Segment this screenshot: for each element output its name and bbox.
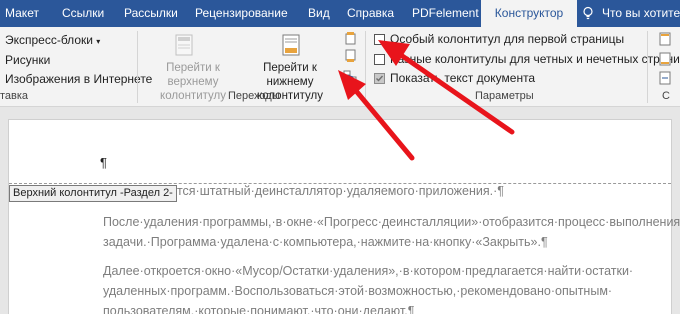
doc-line-5: удаленных·программ.·Воспользоваться·этой… [103, 284, 613, 298]
next-section-icon[interactable] [343, 49, 357, 63]
tab-pdfelement[interactable]: PDFelement [412, 0, 479, 27]
online-pictures-button[interactable]: Изображения в Интернете [5, 72, 152, 86]
tab-view[interactable]: Вид [308, 0, 330, 27]
show-document-text-checkbox[interactable] [374, 73, 385, 84]
doc-line-2: После·удаления·программы,·в·окне·«Прогре… [103, 215, 680, 229]
tab-help[interactable]: Справка [347, 0, 394, 27]
lightbulb-icon [583, 6, 593, 20]
tab-review[interactable]: Рецензирование [195, 0, 288, 27]
ribbon-tab-bar: Макет Ссылки Рассылки Рецензирование Вид… [0, 0, 680, 27]
goto-header-icon [175, 34, 193, 56]
position-group-label: С [662, 90, 670, 102]
header-position-icon[interactable] [658, 32, 672, 46]
goto-header-label-1: Перейти к верхнему [166, 62, 220, 88]
express-blocks-label: Экспресс-блоки [5, 33, 93, 47]
previous-section-icon[interactable] [343, 31, 357, 45]
express-blocks-button[interactable]: Экспресс-блоки ▾ [5, 33, 100, 47]
doc-line-4: Далее·откроется·окно·«Мусор/Остатки·удал… [103, 264, 634, 278]
align-tab-icon[interactable] [658, 71, 672, 85]
odd-even-label: Разные колонтитулы для четных и нечетных… [390, 52, 680, 66]
tell-me-search[interactable]: Что вы хотите сд [602, 0, 680, 27]
doc-line-1: стится·штатный·деинсталлятор·удаляемого·… [158, 184, 505, 198]
goto-header-label-2: колонтитулу [160, 90, 226, 102]
first-page-label: Особый колонтитул для первой страницы [390, 32, 625, 46]
link-to-previous-icon[interactable] [343, 69, 357, 83]
group-separator [647, 31, 648, 103]
footer-position-icon[interactable] [658, 52, 672, 66]
tab-design[interactable]: Конструктор [481, 0, 577, 27]
insert-group-label: тавка [0, 90, 29, 102]
doc-line-3: задачи.·Программа·удалена·с·компьютера,·… [103, 235, 548, 249]
options-group-label: Параметры [475, 90, 534, 102]
tab-layout[interactable]: Макет [5, 0, 39, 27]
checkmark-icon [376, 75, 384, 82]
chevron-down-icon: ▾ [96, 37, 101, 46]
show-document-text-label: Показать текст документа [390, 71, 536, 85]
group-separator [137, 31, 138, 103]
ribbon-panel: Экспресс-блоки ▾ Рисунки Изображения в И… [0, 27, 680, 107]
navigation-group-label: Переходы [228, 90, 280, 102]
goto-footer-icon [282, 34, 300, 56]
pictures-button[interactable]: Рисунки [5, 53, 50, 67]
group-separator [365, 31, 366, 103]
header-paragraph-mark[interactable]: ¶ [100, 155, 107, 170]
goto-footer-label-1: Перейти к нижнему [263, 62, 317, 88]
tab-references[interactable]: Ссылки [62, 0, 104, 27]
doc-line-6: пользователям,·которые·понимают,·что·они… [103, 304, 415, 314]
first-page-checkbox[interactable] [374, 34, 385, 45]
tab-mailings[interactable]: Рассылки [124, 0, 178, 27]
odd-even-checkbox[interactable] [374, 54, 385, 65]
goto-header-button: Перейти к верхнему колонтитулу [145, 61, 241, 103]
header-section-tag: Верхний колонтитул -Раздел 2- [9, 185, 177, 202]
